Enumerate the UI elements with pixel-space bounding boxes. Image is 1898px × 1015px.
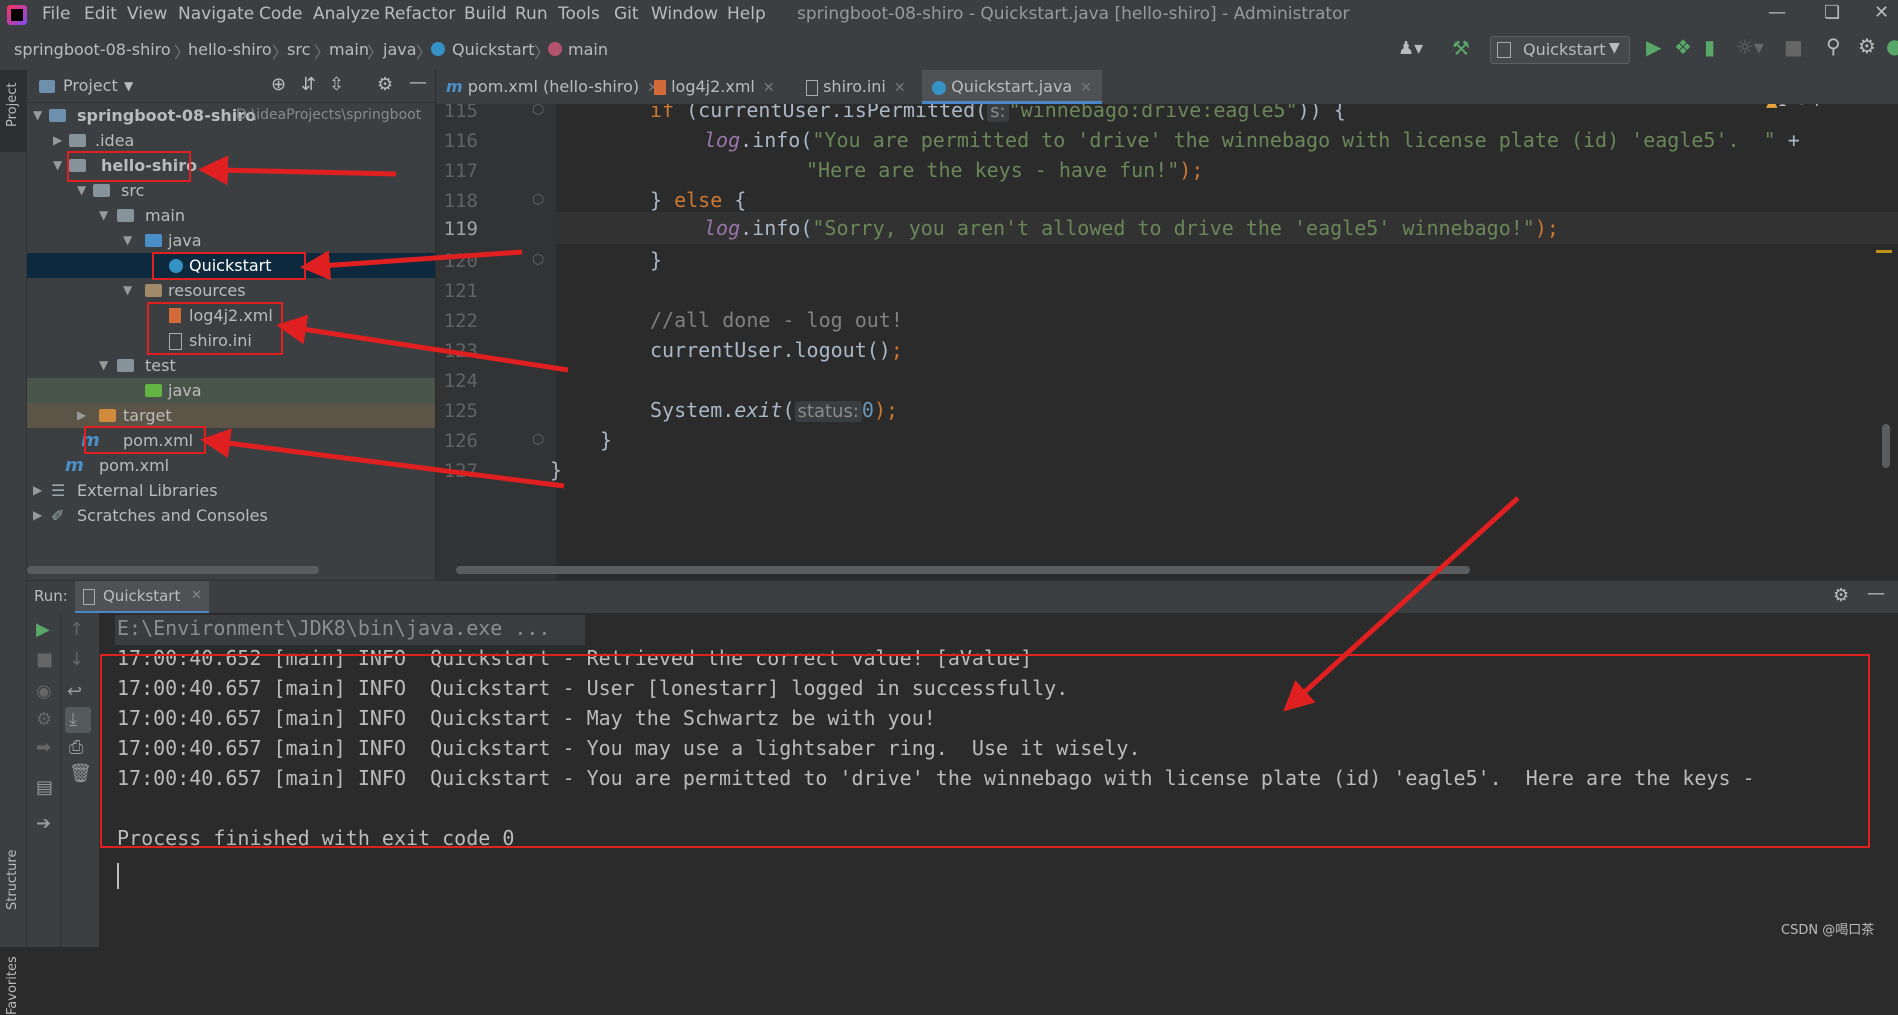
annotation-arrow bbox=[198, 155, 397, 186]
favorites-side-tab[interactable]: Favorites bbox=[5, 956, 20, 1015]
annotation-arrow bbox=[300, 249, 523, 281]
annotation-arrow bbox=[200, 428, 565, 489]
annotation-arrow bbox=[276, 314, 569, 373]
annotation-arrow bbox=[1283, 496, 1520, 712]
annotation-arrows bbox=[198, 155, 1520, 712]
